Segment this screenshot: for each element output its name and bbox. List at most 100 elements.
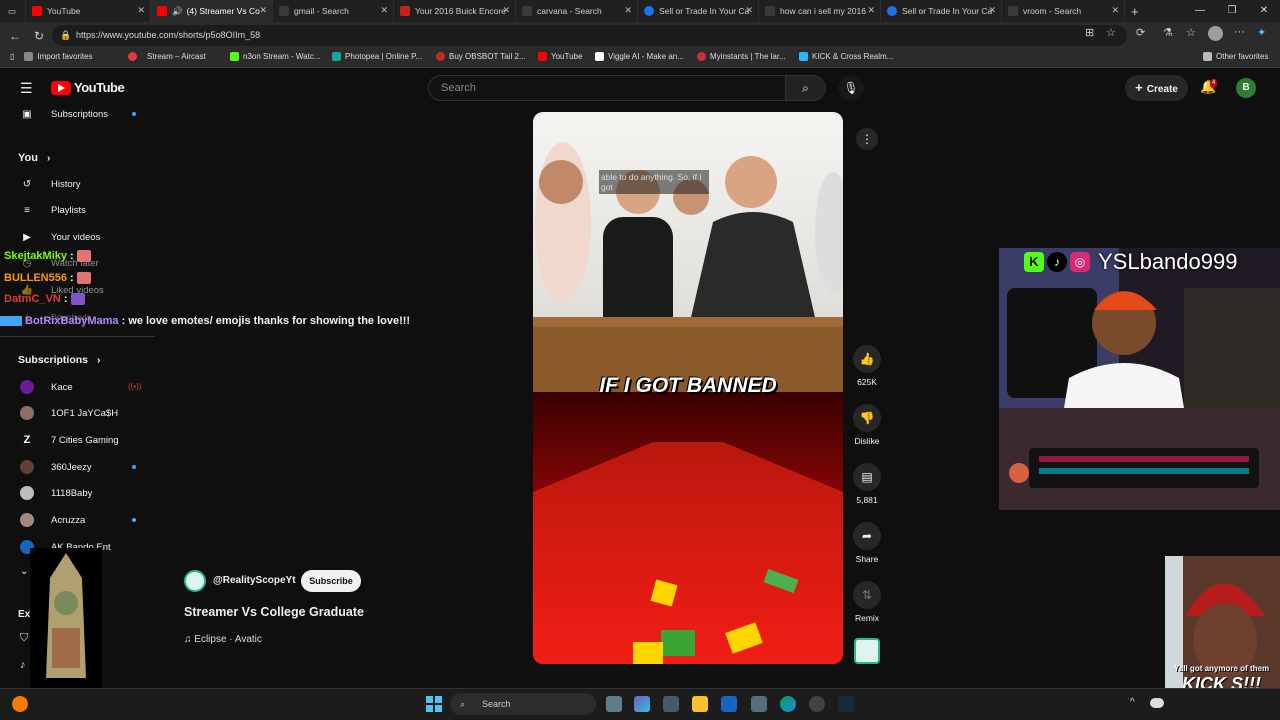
bookmark-item[interactable]: Buy OBSBOT Tail 2... <box>436 52 526 61</box>
outlook-icon[interactable] <box>721 696 737 712</box>
channel-name: 7 Cities Gaming <box>51 434 119 446</box>
create-button[interactable]: + Create <box>1125 75 1188 101</box>
remix-button[interactable]: ⇅ Remix <box>850 581 884 623</box>
sidebar-music-icon[interactable]: ♪ <box>20 659 26 671</box>
favorite-star-icon[interactable]: ☆ <box>1106 26 1116 39</box>
system-tray-chevron-icon[interactable]: ^ <box>1130 697 1135 708</box>
bookmark-label: KICK & Cross Realm... <box>812 52 894 61</box>
short-video-player[interactable]: able to do anything. So, if I got IF I G… <box>533 112 843 664</box>
favorites-icon[interactable]: ☆ <box>1186 26 1196 39</box>
browser-tab[interactable]: vroom - Search ✕ <box>1002 0 1125 22</box>
close-tab-icon[interactable]: ✕ <box>380 5 388 16</box>
onedrive-icon[interactable] <box>1150 698 1164 708</box>
close-tab-icon[interactable]: ✕ <box>137 5 145 16</box>
subscribe-button[interactable]: Subscribe <box>301 570 361 592</box>
sidebar-channel[interactable]: Acruzza <box>0 508 150 532</box>
photopea-icon <box>332 52 341 61</box>
close-tab-icon[interactable]: ✕ <box>624 5 632 16</box>
voice-search-button[interactable]: 🎙 <box>838 75 864 101</box>
photos-icon[interactable] <box>751 696 767 712</box>
sidebar-item-subscriptions[interactable]: ▣ Subscriptions <box>0 102 150 126</box>
profile-icon[interactable] <box>1208 26 1223 41</box>
minimize-icon[interactable]: — <box>1184 0 1216 22</box>
new-content-dot <box>132 518 136 522</box>
extension-puzzle-icon[interactable]: ⚗ <box>1163 26 1173 39</box>
bookmark-item[interactable]: YouTube <box>538 52 582 61</box>
refresh-icon[interactable]: ↻ <box>30 29 48 43</box>
bookmark-item[interactable]: n3on Stream - Watc... <box>230 52 321 61</box>
share-button[interactable]: ➦ Share <box>850 522 884 564</box>
close-window-icon[interactable]: ✕ <box>1248 0 1280 22</box>
copilot-icon[interactable]: ✦ <box>1257 26 1266 39</box>
dislike-button[interactable]: 👎 Dislike <box>850 404 884 446</box>
browser-tab-active[interactable]: 🔊 (4) Streamer Vs Co ✕ <box>151 0 273 22</box>
more-options-icon[interactable]: ⋮ <box>856 128 878 150</box>
task-view-icon[interactable] <box>606 696 622 712</box>
edge-browser-icon[interactable] <box>780 696 796 712</box>
search-button[interactable]: ⌕ <box>786 75 826 101</box>
sidebar-channel[interactable]: Kace ((•)) <box>0 375 150 399</box>
sidebar-subscriptions-heading[interactable]: Subscriptions › <box>18 354 100 366</box>
search-input[interactable]: Search <box>428 75 786 101</box>
sidebar-shopping-icon[interactable]: ⛉ <box>20 632 28 645</box>
windows-start-icon[interactable] <box>426 696 442 712</box>
weather-icon[interactable] <box>12 696 28 712</box>
file-explorer-icon[interactable] <box>692 696 708 712</box>
close-tab-icon[interactable]: ✕ <box>259 5 267 16</box>
taskbar-search-input[interactable]: ⌕ Search <box>450 693 596 715</box>
close-tab-icon[interactable]: ✕ <box>867 5 875 16</box>
other-favorites[interactable]: Other favorites <box>1203 52 1268 61</box>
sidebar-channel[interactable]: 1118Baby <box>0 481 150 505</box>
sidebar-channel[interactable]: Z 7 Cities Gaming <box>0 428 150 452</box>
browser-tab[interactable]: Sell or Trade In Your Ca ✕ <box>638 0 759 22</box>
steam-icon[interactable] <box>838 696 854 712</box>
comments-button[interactable]: ▤ 5,881 <box>850 463 884 505</box>
sidebar-item-your-videos[interactable]: ▶ Your videos <box>0 225 150 249</box>
close-tab-icon[interactable]: ✕ <box>1111 5 1119 16</box>
bookmark-import-favorites[interactable]: ▯ Import favorites <box>10 52 93 61</box>
browser-tab[interactable]: YouTube ✕ <box>26 0 151 22</box>
sidebar-channel[interactable]: 360Jeezy <box>0 455 150 479</box>
sound-thumbnail[interactable] <box>850 638 884 664</box>
sidebar-item-label: Playlists <box>51 204 86 216</box>
copilot-taskbar-icon[interactable] <box>634 696 650 712</box>
obs-icon[interactable] <box>809 696 825 712</box>
browser-tab[interactable]: Sell or Trade In Your Ca ✕ <box>881 0 1002 22</box>
browser-tab[interactable]: how can i sell my 2016 ✕ <box>759 0 881 22</box>
store-icon[interactable] <box>663 696 679 712</box>
channel-handle[interactable]: @RealityScopeYt <box>213 575 296 586</box>
sidebar-you-heading[interactable]: You › <box>18 152 50 164</box>
show-more-chevron-icon[interactable]: ⌄ <box>20 566 28 577</box>
bookmark-item[interactable]: KICK & Cross Realm... <box>799 52 893 61</box>
tiktok-icon: ♪ <box>1047 252 1067 272</box>
bookmark-item[interactable]: Myinstants | The lar... <box>697 52 786 61</box>
restore-icon[interactable]: ❐ <box>1216 0 1248 22</box>
bookmark-item[interactable]: Viggle AI - Make an... <box>595 52 684 61</box>
sidebar-channel[interactable]: 1OF1 JaYCa$H <box>0 401 150 425</box>
channel-avatar[interactable] <box>184 570 206 592</box>
close-tab-icon[interactable]: ✕ <box>988 5 996 16</box>
browser-tab[interactable]: gmail - Search ✕ <box>273 0 394 22</box>
browser-tab[interactable]: Your 2016 Buick Encore ✕ <box>394 0 516 22</box>
bookmark-label: Photopea | Online P... <box>345 52 423 61</box>
bookmark-item[interactable]: Photopea | Online P... <box>332 52 422 61</box>
account-avatar[interactable]: B <box>1236 78 1256 98</box>
sidebar-item-playlists[interactable]: ≡ Playlists <box>0 198 150 222</box>
bookmark-item[interactable]: Stream – Aircast <box>128 52 206 61</box>
close-tab-icon[interactable]: ✕ <box>502 5 510 16</box>
extensions-icon[interactable]: ⟳ <box>1136 26 1145 39</box>
speaker-icon[interactable]: 🔊 <box>172 6 183 17</box>
like-button[interactable]: 👍 625K <box>850 345 884 387</box>
more-menu-icon[interactable]: ··· <box>1234 26 1245 38</box>
back-arrow-icon[interactable]: ← <box>6 29 24 43</box>
close-tab-icon[interactable]: ✕ <box>745 5 753 16</box>
youtube-favicon-icon <box>32 6 42 16</box>
sidebar-item-history[interactable]: ↺ History <box>0 172 150 196</box>
audio-track[interactable]: ♫ Eclipse · Avatic <box>184 634 262 645</box>
browser-tab[interactable]: carvana - Search ✕ <box>516 0 638 22</box>
app-available-icon[interactable]: ⊞ <box>1085 26 1094 39</box>
tab-actions-icon[interactable]: ▭ <box>0 0 26 22</box>
url-field[interactable]: 🔒 https://www.youtube.com/shorts/p5o8OII… <box>52 25 1127 46</box>
like-count: 625K <box>857 377 877 387</box>
new-tab-button[interactable]: + <box>1125 0 1151 22</box>
